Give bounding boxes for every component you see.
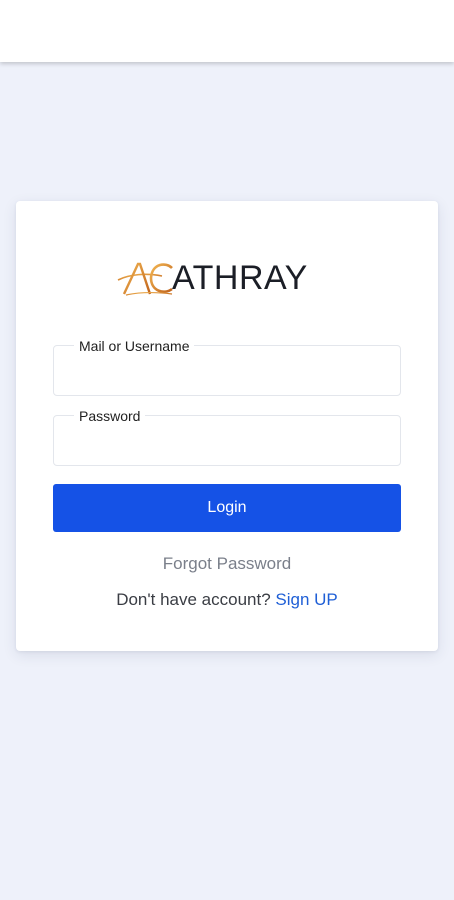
username-field[interactable]: Mail or Username <box>53 338 401 396</box>
login-card: ATHRAY Mail or Username Password Login F… <box>16 201 438 651</box>
no-account-text: Don't have account? <box>116 590 271 609</box>
top-app-bar <box>0 0 454 62</box>
signup-row: Don't have account? Sign UP <box>16 590 438 610</box>
logo-text: ATHRAY <box>172 258 308 297</box>
login-button[interactable]: Login <box>53 484 401 532</box>
forgot-password-link[interactable]: Forgot Password <box>16 554 438 574</box>
signup-link[interactable]: Sign UP <box>275 590 337 609</box>
password-label: Password <box>74 408 146 424</box>
logo-mark-icon <box>117 262 173 296</box>
username-label: Mail or Username <box>74 338 195 354</box>
password-field[interactable]: Password <box>53 408 401 466</box>
app-logo: ATHRAY <box>116 256 320 300</box>
